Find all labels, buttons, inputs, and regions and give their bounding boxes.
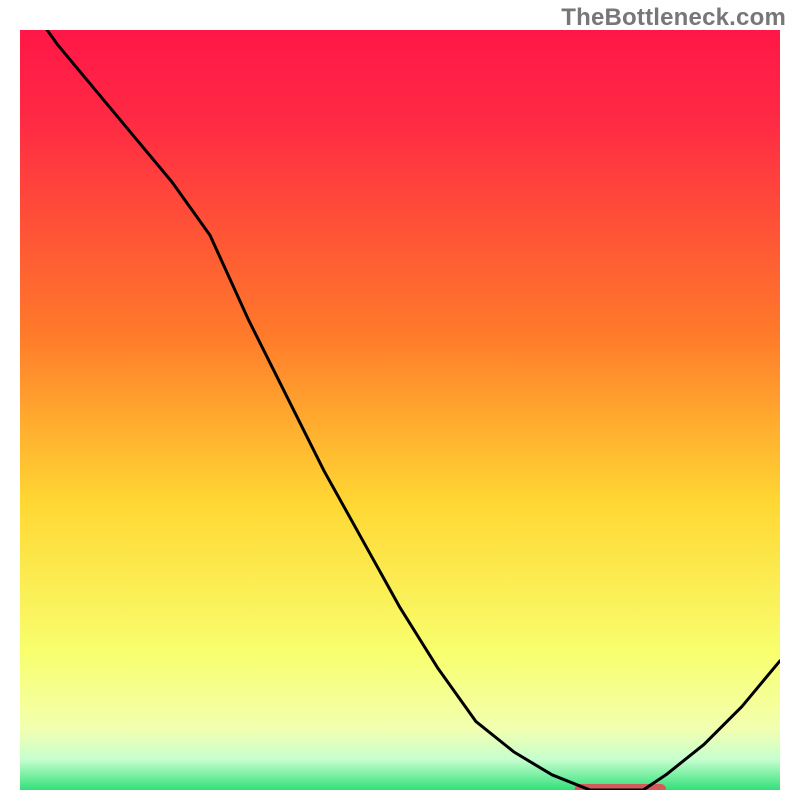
gradient-background: [20, 30, 780, 790]
attribution-label: TheBottleneck.com: [561, 4, 786, 32]
chart-container: TheBottleneck.com: [0, 0, 800, 800]
chart-svg: [20, 30, 780, 790]
plot-area: [20, 30, 780, 790]
